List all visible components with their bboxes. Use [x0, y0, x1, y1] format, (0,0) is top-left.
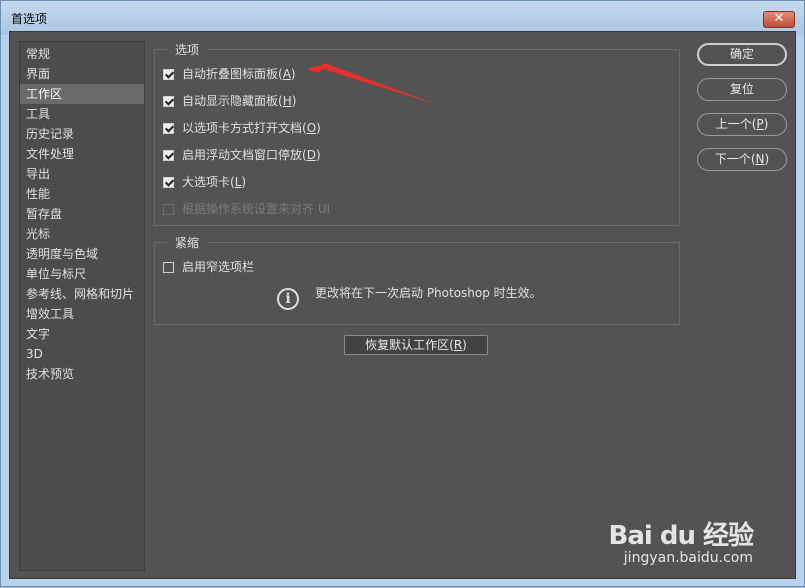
- checkbox-box[interactable]: [163, 68, 174, 80]
- sidebar-item[interactable]: 历史记录: [20, 124, 144, 144]
- options-group: 选项 自动折叠图标面板(A) 自动显示隐藏面板(H) 以选项卡方式打开文档(O) 启用…: [154, 41, 680, 226]
- sidebar-item[interactable]: 文件处理: [20, 144, 144, 164]
- checkbox-accesskey: A: [282, 67, 291, 81]
- option-checkbox: 根据操作系统设置来对齐 UI: [163, 201, 330, 217]
- checkbox-accesskey: H: [282, 94, 292, 108]
- option-checkbox[interactable]: 大选项卡(L): [163, 174, 246, 190]
- sidebar-item[interactable]: 增效工具: [20, 304, 144, 324]
- next-button[interactable]: 下一个(N): [697, 148, 787, 171]
- sidebar-item[interactable]: 参考线、网格和切片: [20, 284, 144, 304]
- checkbox-label: 以选项卡方式打开文档(: [182, 121, 307, 135]
- option-checkbox[interactable]: 自动折叠图标面板(A): [163, 66, 296, 82]
- reset-button-tail: ): [462, 338, 467, 352]
- next-text: 下一个(: [714, 152, 756, 166]
- watermark-logo: Bai du 经验: [608, 521, 754, 551]
- sidebar-item[interactable]: 界面: [20, 64, 144, 84]
- prev-text: 上一个(: [715, 117, 757, 131]
- checkbox-label-tail: ): [315, 148, 321, 162]
- previous-button[interactable]: 上一个(P): [697, 113, 787, 136]
- checkbox-label: 自动显示隐藏面板(: [182, 94, 283, 108]
- checkbox-label-tail: ): [241, 175, 247, 189]
- option-checkbox[interactable]: 启用浮动文档窗口停放(D): [163, 147, 321, 163]
- reset-dialog-button[interactable]: 复位: [697, 78, 787, 101]
- preferences-window: 首选项 ✕ 常规 界面 工作区 工具 历史记录 文件处理 导出 性能 暂存盘 光标 透明度与色域 单位…: [0, 0, 805, 587]
- category-sidebar: 常规 界面 工作区 工具 历史记录 文件处理 导出 性能 暂存盘 光标 透明度与色域 单位与标尺 参考线…: [19, 41, 145, 571]
- option-checkbox[interactable]: 以选项卡方式打开文档(O): [163, 120, 321, 136]
- compact-group-title: 紧缩: [167, 234, 208, 251]
- checkbox-box[interactable]: [163, 149, 174, 161]
- prev-tail: ): [763, 117, 769, 131]
- checkbox-label: 启用浮动文档窗口停放(: [182, 148, 307, 162]
- checkbox-label-tail: ): [290, 67, 296, 81]
- narrow-options-bar-checkbox[interactable]: 启用窄选项栏: [163, 259, 254, 275]
- ok-button[interactable]: 确定: [697, 43, 787, 66]
- sidebar-item[interactable]: 单位与标尺: [20, 264, 144, 284]
- checkbox-label: 自动折叠图标面板(: [182, 67, 283, 81]
- checkbox-accesskey: O: [306, 121, 317, 135]
- info-icon: i: [277, 288, 299, 310]
- checkbox-box[interactable]: [163, 176, 174, 188]
- checkbox-box[interactable]: [163, 261, 174, 273]
- reset-button-key: R: [453, 338, 463, 352]
- checkbox-accesskey: L: [234, 175, 242, 189]
- checkbox-accesskey: D: [306, 148, 316, 162]
- watermark-url: jingyan.baidu.com: [623, 550, 753, 566]
- close-button[interactable]: ✕: [763, 11, 795, 28]
- sidebar-item[interactable]: 工具: [20, 104, 144, 124]
- dialog-body: 常规 界面 工作区 工具 历史记录 文件处理 导出 性能 暂存盘 光标 透明度与色域 单位与标尺 参考线…: [9, 31, 796, 579]
- restore-default-workspace-button[interactable]: 恢复默认工作区(R): [344, 335, 488, 355]
- sidebar-item[interactable]: 常规: [20, 44, 144, 64]
- checkbox-box[interactable]: [163, 122, 174, 134]
- checkbox-box[interactable]: [163, 95, 174, 107]
- reset-button-text: 恢复默认工作区(: [365, 338, 454, 352]
- sidebar-item[interactable]: 3D: [20, 344, 144, 364]
- sidebar-item[interactable]: 文字: [20, 324, 144, 344]
- compact-group: 紧缩 启用窄选项栏 i 更改将在下一次启动 Photoshop 时生效。: [154, 234, 680, 325]
- checkbox-label: 启用窄选项栏: [182, 260, 255, 274]
- sidebar-item[interactable]: 技术预览: [20, 364, 144, 384]
- option-checkbox[interactable]: 自动显示隐藏面板(H): [163, 93, 296, 109]
- baidu-jingyan-watermark: Bai du 经验 jingyan.baidu.com: [609, 515, 754, 566]
- checkbox-label: 大选项卡(: [182, 175, 235, 189]
- options-group-title: 选项: [167, 41, 208, 58]
- checkbox-label-tail: ): [316, 121, 321, 135]
- sidebar-item[interactable]: 导出: [20, 164, 144, 184]
- window-title: 首选项: [11, 12, 48, 26]
- prev-key: P: [756, 117, 764, 131]
- next-tail: ): [764, 152, 770, 166]
- sidebar-item[interactable]: 暂存盘: [20, 204, 144, 224]
- checkbox-label: 根据操作系统设置来对齐 UI: [182, 202, 331, 216]
- sidebar-item[interactable]: 光标: [20, 224, 144, 244]
- checkbox-box: [163, 203, 174, 215]
- checkbox-label-tail: ): [291, 94, 297, 108]
- sidebar-item[interactable]: 透明度与色域: [20, 244, 144, 264]
- sidebar-item[interactable]: 性能: [20, 184, 144, 204]
- restart-notice: 更改将在下一次启动 Photoshop 时生效。: [315, 286, 542, 300]
- sidebar-item[interactable]: 工作区: [20, 84, 144, 104]
- title-bar: 首选项 ✕: [1, 1, 804, 35]
